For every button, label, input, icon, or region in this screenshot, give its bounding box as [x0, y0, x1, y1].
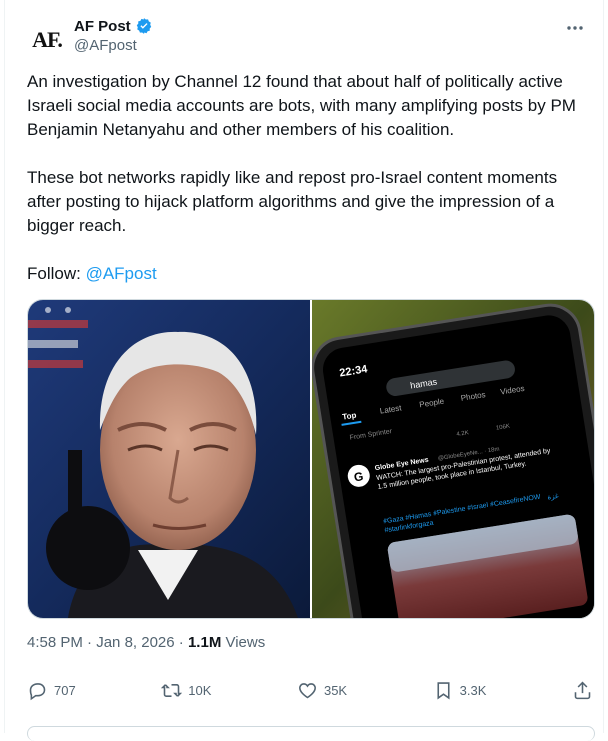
bookmark-button[interactable]: 3.3K	[433, 680, 487, 701]
share-button[interactable]	[572, 680, 593, 701]
author-name[interactable]: AF Post	[74, 18, 131, 35]
author-block: AF Post @AFpost	[74, 17, 153, 54]
follow-link[interactable]: @AFpost	[86, 264, 157, 283]
reply-box-top	[27, 726, 595, 741]
tweet-paragraph-1: An investigation by Channel 12 found tha…	[27, 72, 576, 139]
avatar[interactable]: AF.	[27, 20, 67, 60]
reply-icon	[29, 683, 46, 701]
meta-separator: ·	[82, 634, 97, 651]
portrait-image	[28, 300, 310, 618]
repost-icon	[161, 684, 183, 697]
post-time[interactable]: 4:58 PM	[27, 634, 83, 651]
author-handle[interactable]: @AFpost	[74, 37, 153, 54]
tweet-text: An investigation by Channel 12 found tha…	[27, 70, 593, 310]
post-date[interactable]: Jan 8, 2026	[96, 634, 174, 651]
reply-count: 707	[54, 683, 76, 698]
follow-line: Follow: @AFpost	[27, 262, 593, 286]
tweet-meta: 4:58 PM · Jan 8, 2026 · 1.1M Views	[27, 634, 265, 651]
repost-count: 10K	[188, 683, 212, 698]
tweet-paragraph-2: These bot networks rapidly like and repo…	[27, 168, 558, 235]
like-count: 35K	[323, 683, 348, 698]
meta-separator-2: ·	[174, 634, 188, 651]
share-icon	[574, 681, 591, 700]
reply-button[interactable]: 707	[27, 680, 76, 701]
views-count: 1.1M	[187, 634, 222, 651]
action-bar: 707 10K 35K 3.3K	[27, 680, 593, 701]
phone-image: 22:34 hamas Top Latest People Photos Vid…	[312, 300, 594, 618]
views-label: Views	[221, 634, 266, 651]
like-button[interactable]: 35K	[297, 680, 347, 701]
media-grid: 22:34 hamas Top Latest People Photos Vid…	[27, 299, 595, 619]
follow-prefix: Follow:	[27, 264, 86, 283]
more-options-icon[interactable]	[565, 18, 585, 38]
heart-icon	[299, 683, 316, 699]
media-photo-left[interactable]	[28, 300, 310, 618]
bookmark-count: 3.3K	[459, 683, 487, 698]
bookmark-icon	[437, 682, 450, 700]
repost-button[interactable]: 10K	[161, 680, 211, 701]
media-photo-right[interactable]: 22:34 hamas Top Latest People Photos Vid…	[312, 300, 594, 618]
verified-badge-icon	[136, 18, 151, 34]
tweet-card: AF. AF Post @AFpost An investigation by …	[4, 0, 604, 741]
